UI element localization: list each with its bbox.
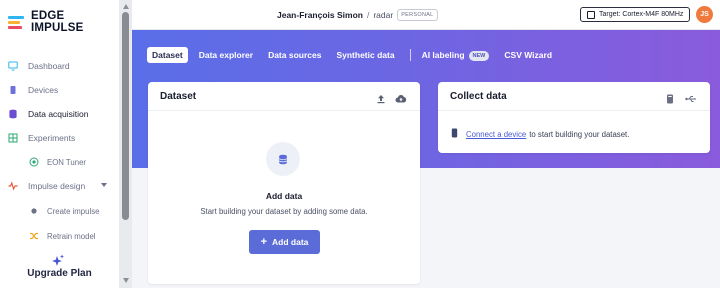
sidebar-item-impulse-design[interactable]: Impulse design [0, 176, 119, 196]
edge-impulse-logo-icon [8, 15, 24, 29]
sidebar-item-eon-tuner[interactable]: EON Tuner [0, 152, 119, 172]
add-data-button[interactable]: + Add data [249, 230, 320, 254]
collect-data-card-header: Collect data [438, 82, 710, 111]
project-name[interactable]: radar [373, 10, 393, 20]
sidebar-item-experiments[interactable]: Experiments [0, 128, 119, 148]
sidebar-item-label: Impulse design [28, 181, 86, 191]
dot-icon [29, 206, 39, 216]
connect-device-row: Connect a device to start building your … [451, 128, 629, 140]
scroll-down-arrow-icon[interactable] [123, 278, 129, 283]
monitor-icon [8, 61, 18, 71]
upload-icon[interactable] [376, 91, 386, 109]
sidebar-item-label: EON Tuner [47, 157, 86, 167]
sidebar-item-dashboard[interactable]: Dashboard [0, 56, 119, 76]
database-icon [279, 154, 287, 164]
device-chip-icon[interactable] [666, 91, 674, 109]
sidebar-item-label: Retrain model [47, 231, 96, 241]
dataset-card: Dataset Add data Start building your dat… [148, 82, 420, 284]
grid-icon [8, 133, 18, 143]
sidebar-item-retrain-model[interactable]: Retrain model [0, 226, 119, 246]
dataset-card-title: Dataset [160, 91, 197, 102]
usb-icon[interactable] [685, 91, 697, 109]
plus-icon: + [260, 235, 268, 248]
sidebar-item-devices[interactable]: Devices [0, 80, 119, 100]
data-acquisition-tabs: Dataset Data explorer Data sources Synth… [147, 46, 567, 64]
upgrade-plan-label: Upgrade Plan [27, 268, 92, 279]
new-badge: NEW [468, 51, 490, 61]
tab-data-sources[interactable]: Data sources [268, 50, 321, 60]
avatar[interactable]: JS [696, 6, 713, 23]
sidebar-item-label: Create impulse [47, 206, 100, 216]
upgrade-plan-button[interactable] [0, 246, 119, 288]
add-data-description: Start building your dataset by adding so… [200, 207, 368, 216]
personal-badge: PERSONAL [397, 9, 438, 21]
top-bar: Jean-François Simon / radar PERSONAL Tar… [132, 0, 720, 30]
add-data-heading: Add data [265, 191, 303, 201]
project-owner[interactable]: Jean-François Simon [277, 10, 363, 20]
empty-dataset-illustration [266, 142, 300, 176]
project-breadcrumb: Jean-François Simon / radar PERSONAL [277, 9, 438, 21]
chip-icon [587, 10, 595, 19]
collect-data-card: Collect data Connect a device to start b… [438, 82, 710, 153]
tab-divider [409, 49, 411, 61]
cloud-upload-icon[interactable] [395, 91, 407, 109]
tab-csv-wizard[interactable]: CSV Wizard [504, 50, 552, 60]
target-device-button[interactable]: Target: Cortex-M4F 80MHz [580, 7, 691, 22]
sidebar-item-create-impulse[interactable]: Create impulse [0, 201, 119, 221]
sidebar: EDGE IMPULSE Dashboard Devices Data acqu… [0, 0, 119, 288]
chevron-down-icon[interactable] [101, 183, 107, 187]
connect-device-text: to start building your dataset. [529, 129, 630, 139]
target-label: Target: Cortex-M4F 80MHz [599, 11, 684, 18]
tab-data-explorer[interactable]: Data explorer [199, 50, 253, 60]
scroll-up-arrow-icon[interactable] [123, 4, 129, 9]
collect-data-card-title: Collect data [450, 91, 507, 102]
dataset-card-header: Dataset [148, 82, 420, 111]
sidebar-item-data-acquisition[interactable]: Data acquisition [0, 104, 119, 124]
logo-text: EDGE IMPULSE [31, 10, 84, 34]
tab-synthetic-data[interactable]: Synthetic data [336, 50, 394, 60]
sidebar-item-label: Data acquisition [28, 109, 89, 119]
tab-label: AI labeling [421, 50, 465, 60]
add-data-button-label: Add data [272, 237, 309, 247]
sidebar-item-label: Experiments [28, 133, 76, 143]
connect-device-link[interactable]: Connect a device [466, 130, 526, 139]
scrollbar-thumb[interactable] [122, 12, 129, 220]
shuffle-icon [29, 231, 39, 241]
sidebar-item-label: Dashboard [28, 61, 70, 71]
sidebar-item-label: Devices [28, 85, 59, 95]
device-chip-icon [451, 128, 458, 140]
breadcrumb-separator: / [366, 10, 370, 20]
logo[interactable]: EDGE IMPULSE [8, 10, 119, 34]
chip-icon [8, 85, 18, 95]
database-icon [8, 109, 18, 119]
tab-dataset[interactable]: Dataset [147, 47, 188, 63]
pulse-icon [8, 181, 18, 191]
tab-ai-labeling[interactable]: AI labeling NEW [421, 50, 490, 61]
target-icon [29, 157, 39, 167]
